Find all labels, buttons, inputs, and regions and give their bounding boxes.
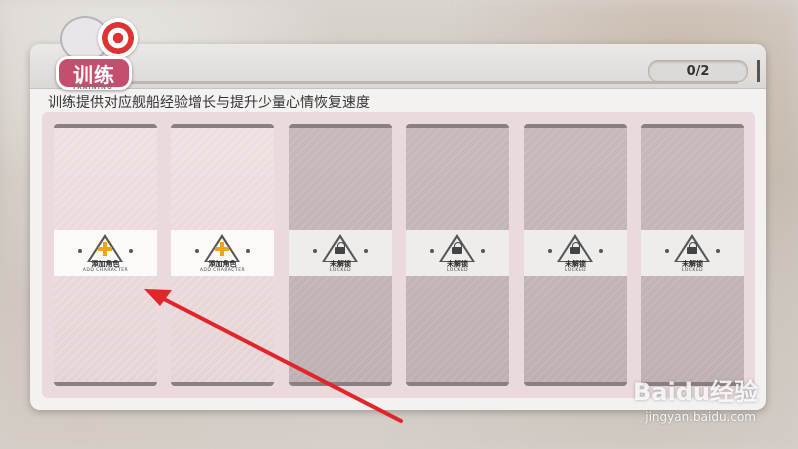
header-accent <box>757 60 760 82</box>
slot-label-en: LOCKED <box>446 268 469 273</box>
dot-icon <box>129 249 133 253</box>
target-icon <box>98 18 138 58</box>
training-counter: 0/2 <box>648 60 748 82</box>
dot-icon <box>599 249 603 253</box>
training-slot-3[interactable]: 未解锁 LOCKED <box>289 124 392 386</box>
dot-icon <box>716 249 720 253</box>
dot-icon <box>430 249 434 253</box>
watermark-brand: Baidu经验 <box>633 378 758 406</box>
training-slot-1[interactable]: 添加角色 ADD CHARACTER <box>54 124 157 386</box>
lock-icon <box>570 242 580 254</box>
lock-icon <box>687 242 697 254</box>
dot-icon <box>548 249 552 253</box>
slot-band: 未解锁 LOCKED <box>289 230 392 276</box>
dot-icon <box>246 249 250 253</box>
slot-label-en: ADD CHARACTER <box>199 268 246 273</box>
training-slot-5[interactable]: 未解锁 LOCKED <box>524 124 627 386</box>
plus-icon <box>98 242 112 256</box>
slot-band: 未解锁 LOCKED <box>406 230 509 276</box>
dot-icon <box>195 249 199 253</box>
training-slot-6[interactable]: 未解锁 LOCKED <box>641 124 744 386</box>
slot-label-en: LOCKED <box>681 268 704 273</box>
watermark-url: jingyan.baidu.com <box>645 410 756 424</box>
page-description: 训练提供对应舰船经验增长与提升少量心情恢复速度 <box>48 95 370 111</box>
dot-icon <box>78 249 82 253</box>
slot-band: 添加角色 ADD CHARACTER <box>171 230 274 276</box>
lock-icon <box>452 242 462 254</box>
plus-icon <box>215 242 229 256</box>
training-slot-2[interactable]: 添加角色 ADD CHARACTER <box>171 124 274 386</box>
lock-icon <box>335 242 345 254</box>
slot-label-en: LOCKED <box>329 268 352 273</box>
slot-label-en: LOCKED <box>564 268 587 273</box>
header-divider <box>120 81 738 84</box>
slot-label-en: ADD CHARACTER <box>82 268 129 273</box>
slot-band: 未解锁 LOCKED <box>641 230 744 276</box>
dot-icon <box>481 249 485 253</box>
slot-band: 未解锁 LOCKED <box>524 230 627 276</box>
dot-icon <box>313 249 317 253</box>
logo-subtitle: TRAINING <box>72 84 113 91</box>
slot-band: 添加角色 ADD CHARACTER <box>54 230 157 276</box>
training-logo: 训练 TRAINING <box>50 14 138 91</box>
training-slot-4[interactable]: 未解锁 LOCKED <box>406 124 509 386</box>
dot-icon <box>364 249 368 253</box>
dot-icon <box>665 249 669 253</box>
